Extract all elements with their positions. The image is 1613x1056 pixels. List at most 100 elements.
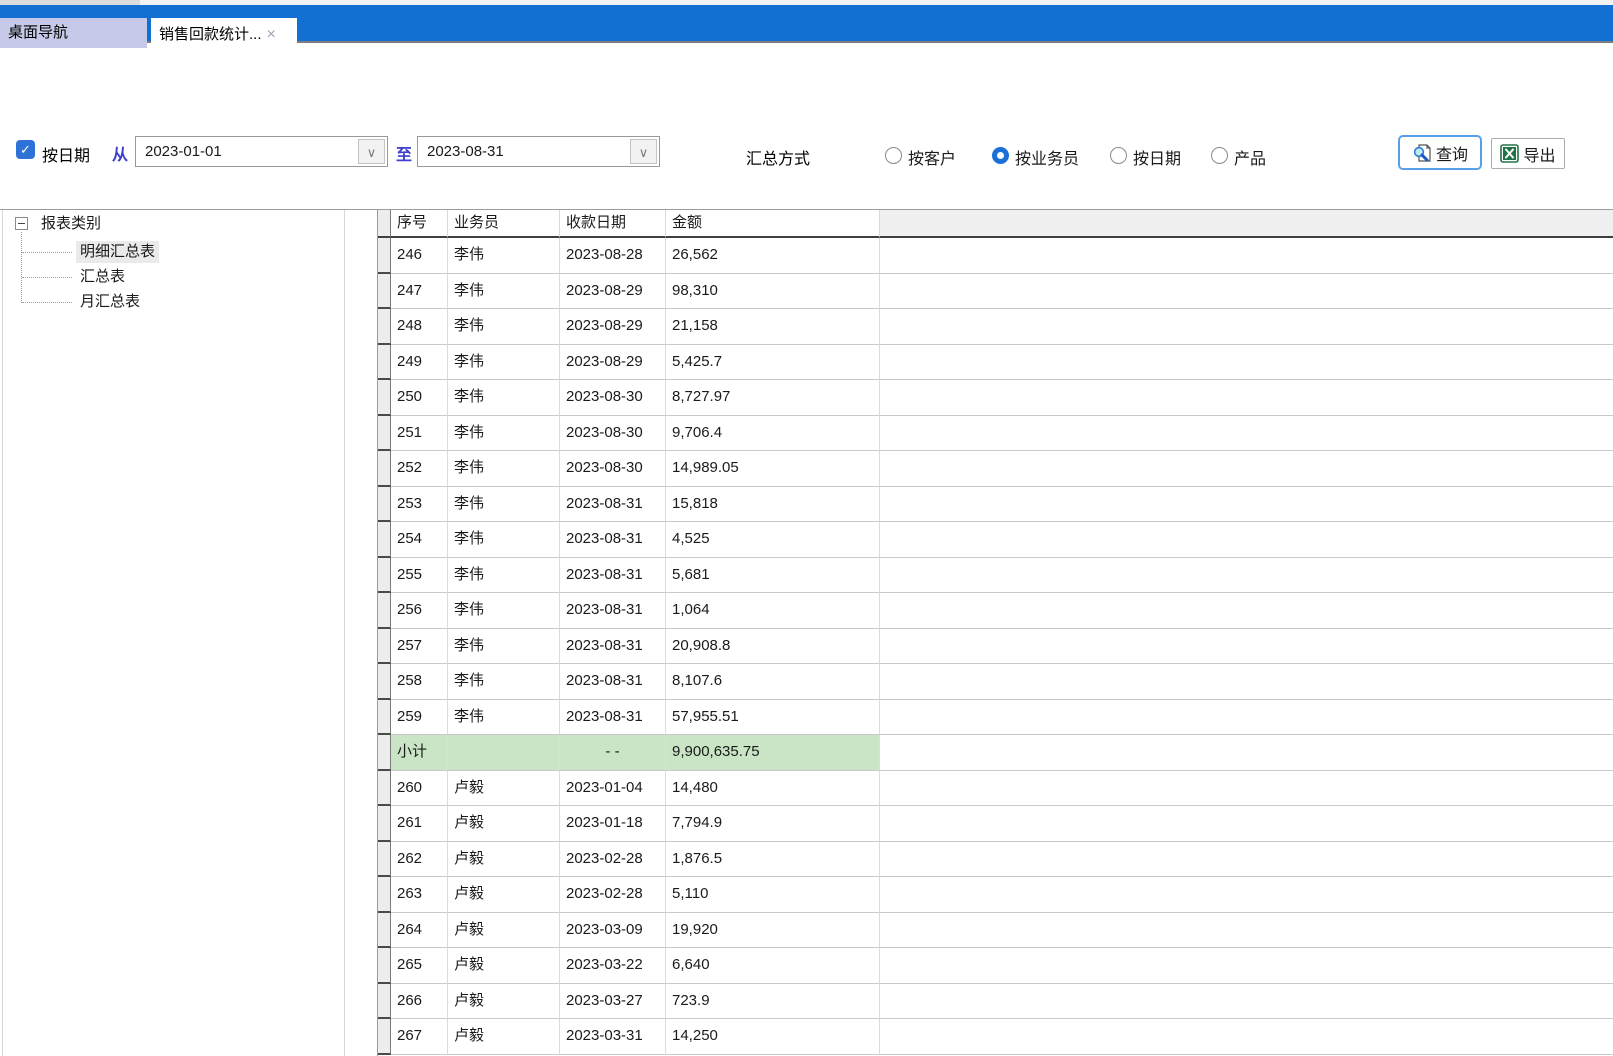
cell-amount: 9,900,635.75 [666,735,880,771]
col-header-name[interactable]: 业务员 [448,210,560,238]
row-selector[interactable] [378,842,391,878]
col-header-date[interactable]: 收款日期 [560,210,666,238]
chevron-down-icon[interactable]: ∨ [630,139,657,164]
table-row[interactable]: 261卢毅2023-01-187,794.9 [378,806,1613,842]
radio-by-date-label[interactable]: 按日期 [1133,145,1181,169]
table-row[interactable]: 258李伟2023-08-318,107.6 [378,664,1613,700]
cell-date: 2023-03-09 [560,913,666,949]
table-row[interactable]: 256李伟2023-08-311,064 [378,593,1613,629]
row-selector[interactable] [378,238,391,274]
table-row[interactable]: 249李伟2023-08-295,425.7 [378,345,1613,381]
cell-amount: 15,818 [666,487,880,523]
row-selector[interactable] [378,380,391,416]
cell-filler [880,984,1613,1020]
cell-seq: 252 [391,451,448,487]
radio-by-salesperson[interactable] [992,147,1009,164]
cell-name: 李伟 [448,522,560,558]
cell-name: 卢毅 [448,806,560,842]
table-row[interactable]: 255李伟2023-08-315,681 [378,558,1613,594]
radio-by-salesperson-label[interactable]: 按业务员 [1015,145,1079,169]
cell-date: 2023-08-31 [560,487,666,523]
cell-name: 李伟 [448,309,560,345]
table-row[interactable]: 262卢毅2023-02-281,876.5 [378,842,1613,878]
row-selector[interactable] [378,593,391,629]
cell-date: 2023-01-04 [560,771,666,807]
row-selector[interactable] [378,416,391,452]
cell-filler [880,593,1613,629]
table-row[interactable]: 264卢毅2023-03-0919,920 [378,913,1613,949]
col-header-seq[interactable]: 序号 [391,210,448,238]
radio-by-customer-label[interactable]: 按客户 [908,145,956,169]
table-row[interactable]: 266卢毅2023-03-27723.9 [378,984,1613,1020]
row-selector[interactable] [378,309,391,345]
table-row[interactable]: 259李伟2023-08-3157,955.51 [378,700,1613,736]
radio-by-date[interactable] [1110,147,1127,164]
row-selector[interactable] [378,771,391,807]
table-row[interactable]: 250李伟2023-08-308,727.97 [378,380,1613,416]
cell-seq: 261 [391,806,448,842]
grid-corner-cell[interactable] [378,210,391,238]
cell-name: 卢毅 [448,984,560,1020]
table-row[interactable]: 265卢毅2023-03-226,640 [378,948,1613,984]
table-row[interactable]: 267卢毅2023-03-3114,250 [378,1019,1613,1055]
row-selector[interactable] [378,629,391,665]
row-selector[interactable] [378,877,391,913]
table-row[interactable]: 260卢毅2023-01-0414,480 [378,771,1613,807]
tree-item-detail-summary[interactable]: 明细汇总表 [76,241,159,263]
table-row[interactable]: 257李伟2023-08-3120,908.8 [378,629,1613,665]
row-selector[interactable] [378,487,391,523]
table-row[interactable]: 254李伟2023-08-314,525 [378,522,1613,558]
row-selector[interactable] [378,1019,391,1055]
table-row[interactable]: 248李伟2023-08-2921,158 [378,309,1613,345]
radio-by-customer[interactable] [885,147,902,164]
table-row[interactable]: 263卢毅2023-02-285,110 [378,877,1613,913]
by-date-checkbox[interactable]: ✓ [16,140,35,159]
export-button[interactable]: 导出 [1491,138,1565,169]
cell-date: 2023-08-30 [560,416,666,452]
tree-root-report-category[interactable]: 报表类别 [41,212,101,236]
subtotal-row[interactable]: 小计- -9,900,635.75 [378,735,1613,771]
cell-date: 2023-08-30 [560,380,666,416]
table-row[interactable]: 252李伟2023-08-3014,989.05 [378,451,1613,487]
row-selector[interactable] [378,984,391,1020]
chevron-down-icon[interactable]: ∨ [358,139,385,164]
date-from-value: 2023-01-01 [145,137,222,166]
row-selector[interactable] [378,700,391,736]
row-selector[interactable] [378,735,391,771]
cell-amount: 20,908.8 [666,629,880,665]
table-row[interactable]: 251李伟2023-08-309,706.4 [378,416,1613,452]
tree-collapse-icon[interactable] [15,217,28,230]
radio-by-product-label[interactable]: 产品 [1234,145,1266,169]
cell-date: 2023-02-28 [560,842,666,878]
row-selector[interactable] [378,664,391,700]
cell-date: 2023-03-22 [560,948,666,984]
row-selector[interactable] [378,451,391,487]
row-selector[interactable] [378,558,391,594]
tree-item-summary[interactable]: 汇总表 [76,266,129,288]
close-icon[interactable]: × [267,27,276,43]
col-header-amount[interactable]: 金额 [666,210,880,238]
radio-by-product[interactable] [1211,147,1228,164]
table-row[interactable]: 247李伟2023-08-2998,310 [378,274,1613,310]
row-selector[interactable] [378,274,391,310]
cell-amount: 5,110 [666,877,880,913]
date-from-input[interactable]: 2023-01-01 ∨ [135,136,388,167]
row-selector[interactable] [378,913,391,949]
row-selector[interactable] [378,948,391,984]
date-to-input[interactable]: 2023-08-31 ∨ [417,136,660,167]
tab-desktop-nav[interactable]: 桌面导航 [0,18,147,48]
table-row[interactable]: 246李伟2023-08-2826,562 [378,238,1613,274]
tree-item-monthly-summary[interactable]: 月汇总表 [76,291,144,313]
cell-date: 2023-08-29 [560,345,666,381]
table-row[interactable]: 253李伟2023-08-3115,818 [378,487,1613,523]
cell-seq: 249 [391,345,448,381]
row-selector[interactable] [378,345,391,381]
cell-seq: 257 [391,629,448,665]
query-button[interactable]: 查询 [1398,135,1482,170]
row-selector[interactable] [378,522,391,558]
cell-filler [880,416,1613,452]
cell-seq: 251 [391,416,448,452]
row-selector[interactable] [378,806,391,842]
tab-sales-report[interactable]: 销售回款统计... × [151,18,297,51]
cell-name: 卢毅 [448,842,560,878]
